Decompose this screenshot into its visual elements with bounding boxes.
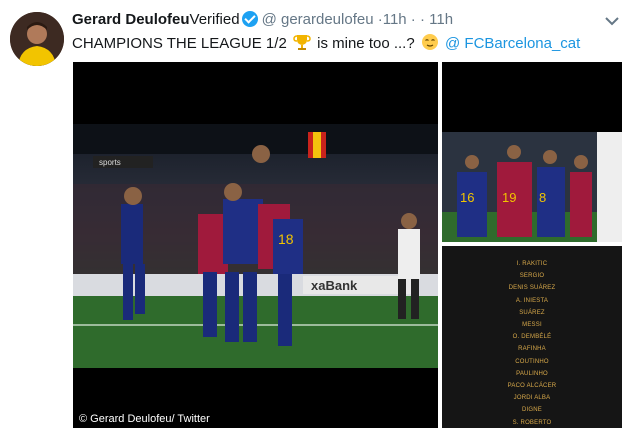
lineup-name: PAULINHO	[516, 370, 548, 377]
lineup-name: I. RAKITIC	[516, 261, 548, 267]
timestamp[interactable]: ·11h · ·	[378, 11, 425, 28]
avatar[interactable]	[10, 12, 64, 66]
board-label-1: sports	[99, 158, 121, 167]
svg-text:18: 18	[278, 231, 294, 247]
lineup-name: SERGIO	[519, 273, 545, 280]
svg-text:19: 19	[502, 190, 516, 205]
tweet-text: CHAMPIONS THE LEAGUE 1/2 is mine too ...…	[72, 33, 580, 52]
lineup-shirt-photo[interactable]: I. RAKITIC SERGIO DENIS SUÁREZ A. INIESTA SU…	[442, 246, 622, 428]
lineup-name: A. INIESTA	[515, 297, 549, 304]
lineup-name: S. ROBERTO	[512, 419, 552, 426]
lineup-name: DENIS SUÁREZ	[508, 285, 556, 292]
tweet-text-part2: is mine too ...?	[317, 35, 415, 52]
players-celebration-image: sports xaBank 18	[73, 124, 438, 368]
media-grid: sports xaBank 18 © Gerard Deulofeu/ Twit…	[73, 62, 622, 428]
tweet-header: Gerard DeulofeuVerified @ gerardeulofeu ·…	[72, 11, 453, 28]
timestamp-2: 11h	[429, 11, 454, 28]
lineup-name: JORDI ALBA	[513, 395, 551, 402]
handle[interactable]: @ gerardeulofeu	[262, 11, 374, 28]
board-label-2: xaBank	[311, 278, 358, 293]
lineup-name: COUTINHO	[515, 358, 549, 365]
lineup-name: SUÁREZ	[519, 309, 545, 316]
lineup-name: DIGNE	[521, 407, 542, 414]
lineup-name: RAFINHA	[518, 346, 546, 353]
verified-label: Verified	[189, 11, 240, 28]
display-name[interactable]: Gerard Deulofeu	[72, 11, 190, 28]
lineup-name: MESSI	[522, 322, 542, 329]
side-photo-top[interactable]: 16 19 8	[442, 62, 622, 242]
tweet-text-part1: CHAMPIONS THE LEAGUE 1/2	[72, 35, 287, 52]
mention-link[interactable]: @ FCBarcelona_cat	[445, 35, 580, 52]
svg-text:16: 16	[460, 190, 474, 205]
trophy-icon	[293, 35, 311, 50]
lineup-name: O. DEMBÉLÉ	[512, 334, 552, 341]
verified-badge-icon	[241, 11, 258, 27]
chevron-down-icon[interactable]	[604, 10, 620, 33]
svg-text:8: 8	[539, 190, 546, 205]
lineup-list: I. RAKITIC SERGIO DENIS SUÁREZ A. INIESTA SU…	[442, 258, 622, 428]
photo-credit: © Gerard Deulofeu/ Twitter	[75, 412, 214, 426]
main-photo[interactable]: sports xaBank 18 © Gerard Deulofeu/ Twit…	[73, 62, 438, 428]
lineup-name: PACO ALCÁCER	[507, 383, 557, 390]
relieved-face-icon	[421, 34, 438, 50]
